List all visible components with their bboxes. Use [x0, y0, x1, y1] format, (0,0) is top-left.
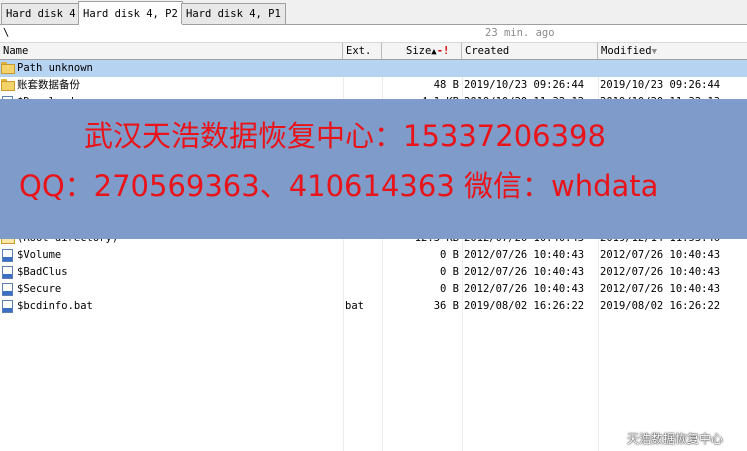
partition-tabbar: Hard disk 4 Hard disk 4, P2 Hard disk 4,… — [0, 0, 747, 25]
column-ext[interactable]: Ext. — [343, 43, 382, 59]
cell-created: 2019/10/23 09:26:44 — [464, 79, 585, 91]
cell-created: 2012/07/26 10:40:43 — [464, 249, 585, 261]
path-bar: \ 23 min. ago — [0, 25, 747, 43]
cell-size: 48 B — [433, 79, 459, 91]
tab-hard-disk-4-p2[interactable]: Hard disk 4, P2 — [78, 1, 183, 25]
tab-label: Hard disk 4 — [6, 8, 76, 20]
cell-modified — [600, 60, 747, 77]
cell-modified: 2019/08/02 16:26:22 — [600, 300, 721, 312]
cell-name: Path unknown — [17, 62, 93, 74]
cell-ext — [345, 60, 381, 77]
cell-name: $BadClus — [17, 266, 68, 278]
file-icon — [1, 249, 15, 262]
sort-descending-icon: ▼ — [651, 47, 657, 57]
cell-name: 账套数据备份 — [17, 79, 80, 91]
snapshot-age: 23 min. ago — [485, 27, 555, 39]
table-row[interactable]: Path unknown — [0, 60, 747, 77]
cell-size: 0 B — [440, 266, 459, 278]
cell-size: 36 B — [433, 300, 459, 312]
column-modified[interactable]: Modified▼ — [598, 43, 747, 59]
table-row[interactable]: $bcdinfo.bat bat 36 B 2019/08/02 16:26:22 20… — [0, 298, 747, 315]
cell-created: 2012/07/26 10:40:43 — [464, 283, 585, 295]
file-icon — [1, 300, 15, 313]
file-icon — [1, 266, 15, 279]
tab-hard-disk-4[interactable]: Hard disk 4 — [1, 3, 81, 24]
cell-size — [383, 60, 459, 77]
current-path: \ — [3, 27, 10, 39]
table-row[interactable]: $BadClus 0 B 2012/07/26 10:40:43 2012/07/26… — [0, 264, 747, 281]
cell-ext — [345, 281, 381, 298]
tab-hard-disk-4-p1[interactable]: Hard disk 4, P1 — [181, 3, 286, 24]
cell-size: 0 B — [440, 283, 459, 295]
cell-name: $Secure — [17, 283, 62, 295]
banner-line-phone: 武汉天浩数据恢复中心：15337206398 — [84, 119, 606, 153]
cell-modified: 2012/07/26 10:40:43 — [600, 266, 721, 278]
folder-icon — [1, 79, 15, 91]
tab-label: Hard disk 4, P1 — [186, 8, 281, 20]
cell-modified: 2012/07/26 10:40:43 — [600, 283, 721, 295]
tab-label: Hard disk 4, P2 — [83, 8, 178, 20]
banner-line-qq-wechat: QQ：270569363、410614363 微信：whdata — [19, 169, 659, 203]
cell-size: 0 B — [440, 249, 459, 261]
cell-name: $Volume — [17, 249, 62, 261]
file-icon — [1, 283, 15, 296]
cell-created — [464, 60, 598, 77]
cell-name: $bcdinfo.bat — [17, 300, 93, 312]
column-created[interactable]: Created — [462, 43, 598, 59]
cell-ext — [345, 264, 381, 281]
cell-modified: 2019/10/23 09:26:44 — [600, 79, 721, 91]
cell-ext — [345, 77, 381, 94]
column-size[interactable]: Size▲-! — [382, 43, 462, 59]
cell-modified: 2012/07/26 10:40:43 — [600, 249, 721, 261]
table-row[interactable]: 账套数据备份 48 B 2019/10/23 09:26:44 2019/10/23 … — [0, 77, 747, 94]
table-row[interactable]: $Secure 0 B 2012/07/26 10:40:43 2012/07/26 … — [0, 281, 747, 298]
column-header: Name Ext. Size▲-! Created Modified▼ — [0, 43, 747, 60]
cell-ext — [345, 247, 381, 264]
contact-banner: 武汉天浩数据恢复中心：15337206398 QQ：270569363、4106… — [0, 99, 747, 239]
sort-indicator-icon: -! — [436, 45, 450, 57]
cell-created: 2019/08/02 16:26:22 — [464, 300, 585, 312]
cell-created: 2012/07/26 10:40:43 — [464, 266, 585, 278]
folder-icon — [1, 62, 15, 74]
watermark-text: 天浩数据恢复中心 — [627, 432, 724, 446]
table-row[interactable]: $Volume 0 B 2012/07/26 10:40:43 2012/07/26 … — [0, 247, 747, 264]
column-name[interactable]: Name — [0, 43, 343, 59]
cell-ext: bat — [345, 300, 364, 312]
